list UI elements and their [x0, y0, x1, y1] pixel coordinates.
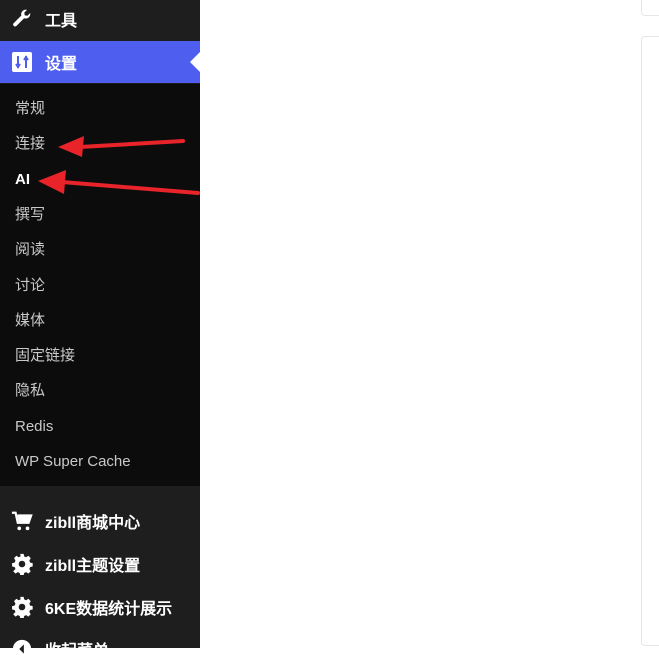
sidebar-item-label: 收起菜单	[45, 643, 110, 660]
submenu-item-permalinks[interactable]: 固定链接	[15, 345, 75, 367]
submenu-item-ai[interactable]: AI	[15, 169, 30, 191]
sidebar-item-6ke-stats[interactable]: 6KE数据统计展示	[0, 586, 200, 628]
submenu-item-general[interactable]: 常规	[15, 98, 45, 120]
submenu-item-wp-super-cache[interactable]: WP Super Cache	[15, 451, 131, 473]
submenu-item-media[interactable]: 媒体	[15, 310, 45, 332]
collapse-icon	[11, 638, 33, 660]
settings-submenu: 常规 连接 AI 撰写 阅读 讨论 媒体 固定链接 隐私 Redis WP Su…	[0, 84, 200, 486]
sidebar-item-label: zibll商城中心	[45, 515, 141, 532]
sidebar-item-zibll-shop[interactable]: zibll商城中心	[0, 500, 200, 542]
submenu-item-writing[interactable]: 撰写	[15, 204, 45, 226]
cart-icon	[11, 510, 33, 532]
submenu-item-privacy[interactable]: 隐私	[15, 380, 45, 402]
sidebar-item-zibll-theme[interactable]: zibll主题设置	[0, 543, 200, 585]
admin-sidebar: 工具 设置 常规 连接 AI 撰写 阅读 讨论 媒体 固定链接 隐私 Redis…	[0, 0, 200, 660]
submenu-item-redis[interactable]: Redis	[15, 416, 53, 438]
sidebar-item-label: zibll主题设置	[45, 558, 141, 575]
content-panel-top	[641, 0, 659, 16]
gear-icon	[11, 553, 33, 575]
content-panel	[641, 36, 659, 646]
submenu-item-discussion[interactable]: 讨论	[15, 275, 45, 297]
sidebar-item-label: 设置	[45, 56, 78, 73]
gear-icon	[11, 596, 33, 618]
submenu-item-connection[interactable]: 连接	[15, 133, 45, 155]
sidebar-item-collapse-menu[interactable]: 收起菜单	[0, 628, 200, 670]
active-indicator	[190, 52, 200, 72]
sidebar-item-label: 6KE数据统计展示	[45, 601, 173, 618]
sidebar-item-settings[interactable]: 设置	[0, 41, 200, 83]
sliders-icon	[11, 51, 33, 73]
sidebar-item-label: 工具	[45, 13, 78, 30]
wrench-icon	[11, 8, 33, 30]
submenu-item-reading[interactable]: 阅读	[15, 239, 45, 261]
sidebar-item-tools[interactable]: 工具	[0, 0, 200, 40]
